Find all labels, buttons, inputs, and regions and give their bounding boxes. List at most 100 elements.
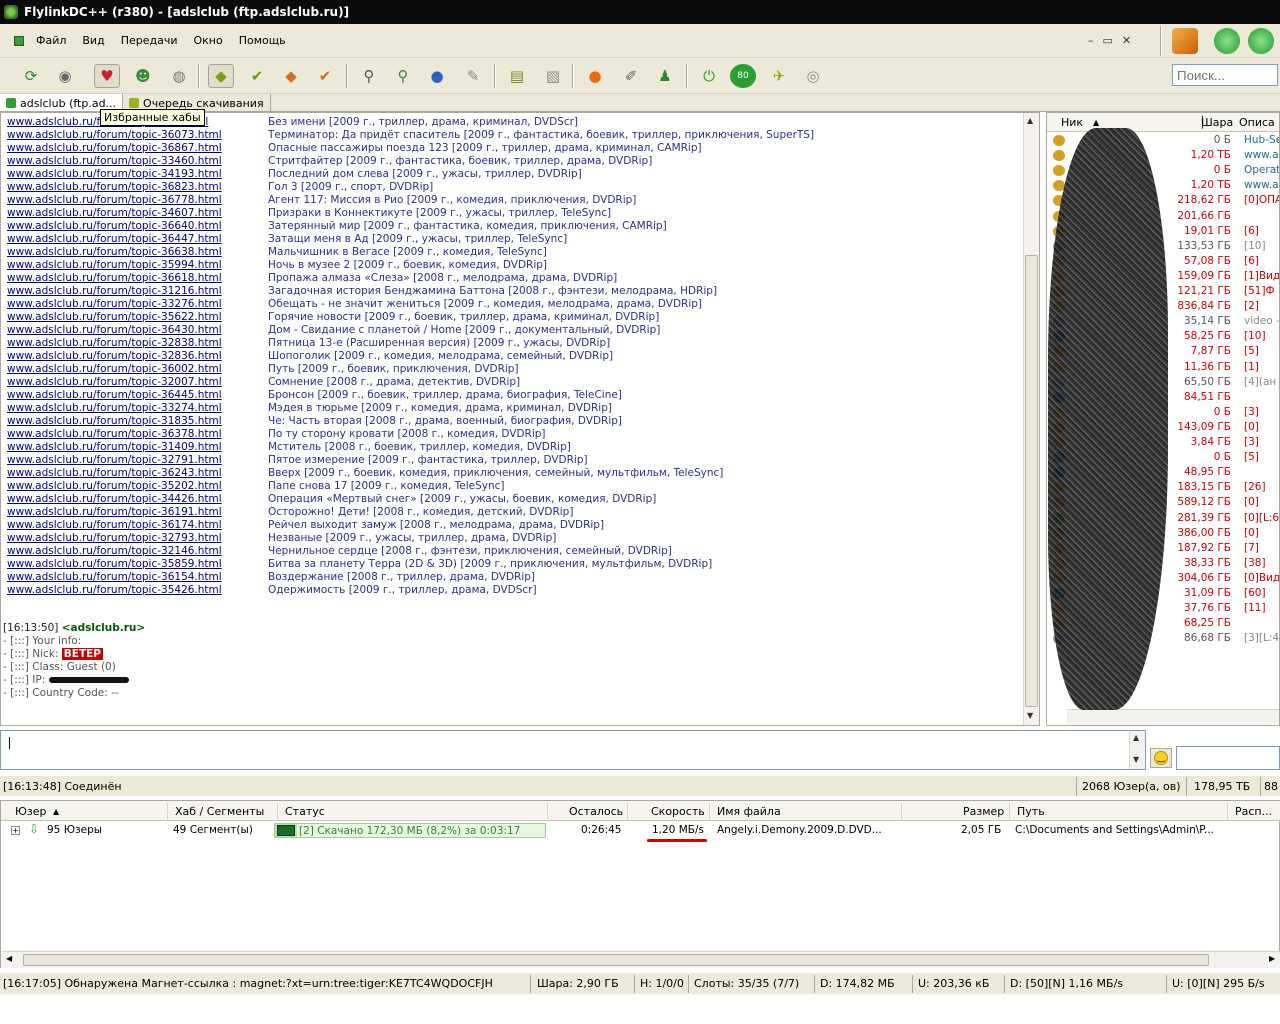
adl-search-icon[interactable]: ⚲ — [390, 64, 416, 88]
hscroll-thumb[interactable] — [23, 954, 1209, 966]
topic-link[interactable]: www.adslclub.ru/forum/topic-35994.html — [7, 259, 222, 271]
col-distribution[interactable]: Расп... — [1235, 805, 1272, 818]
message-scrollbar[interactable]: ▲ ▼ — [1129, 731, 1145, 769]
topic-link[interactable]: www.adslclub.ru/forum/topic-35859.html — [7, 558, 222, 570]
scroll-left-icon[interactable]: ◀ — [6, 954, 12, 963]
topic-link[interactable]: www.adslclub.ru/forum/topic-36640.html — [7, 220, 222, 232]
search-spy-icon[interactable]: ● — [424, 64, 450, 88]
topic-link[interactable]: www.adslclub.ru/forum/topic-34426.html — [7, 493, 222, 505]
col-nick[interactable]: Ник — [1061, 116, 1083, 129]
open-own-list-icon[interactable]: ▧ — [540, 64, 566, 88]
col-desc[interactable]: Описа — [1239, 116, 1275, 129]
topic-link[interactable]: www.adslclub.ru/forum/topic-36073.html — [7, 129, 222, 141]
favorite-users-icon[interactable]: ☻ — [130, 64, 156, 88]
topic-link[interactable]: www.adslclub.ru/forum/topic-32836.html — [7, 350, 222, 362]
topic-link[interactable]: www.adslclub.ru/forum/topic-32793.html — [7, 532, 222, 544]
scroll-down-icon[interactable]: ▼ — [1027, 711, 1033, 720]
topic-link[interactable]: www.adslclub.ru/forum/topic-36378.html — [7, 428, 222, 440]
topic-link[interactable]: www.adslclub.ru/forum/topic-31835.html — [7, 415, 222, 427]
scroll-up-icon[interactable]: ▲ — [1133, 733, 1139, 742]
col-user[interactable]: Юзер — [15, 805, 46, 818]
away-icon[interactable]: ⏻ — [696, 64, 722, 88]
menu-file[interactable]: Файл — [36, 34, 66, 47]
reconnect-icon[interactable]: ⟳ — [18, 64, 44, 88]
user-list-hscrollbar[interactable] — [1067, 709, 1279, 724]
topic-link[interactable]: www.adslclub.ru/forum/topic-36174.html — [7, 519, 222, 531]
topic-link[interactable]: www.adslclub.ru/forum/topic-33274.html — [7, 402, 222, 414]
topic-link[interactable]: www.adslclub.ru/forum/topic-36002.html — [7, 363, 222, 375]
col-remaining[interactable]: Осталось — [569, 805, 623, 818]
user-filter-input[interactable] — [1176, 746, 1280, 770]
menu-view[interactable]: Вид — [82, 34, 104, 47]
col-status[interactable]: Статус — [285, 805, 325, 818]
scroll-down-icon[interactable]: ▼ — [1133, 755, 1139, 764]
topic-link[interactable]: www.adslclub.ru/forum/topic-33276.html — [7, 298, 222, 310]
topic-link[interactable]: www.adslclub.ru/forum/topic-36154.html — [7, 571, 222, 583]
topic-link[interactable]: www.adslclub.ru/forum/topic-35622.html — [7, 311, 222, 323]
search-input[interactable] — [1172, 64, 1278, 86]
topic-link[interactable]: www.adslclub.ru/forum/topic-36191.html — [7, 506, 222, 518]
finished-downloads-icon[interactable]: ✔ — [244, 64, 270, 88]
favorite-hubs-icon[interactable]: ♥ — [94, 64, 120, 88]
topic-link[interactable]: www.adslclub.ru/forum/topic-36638.html — [7, 246, 222, 258]
user-icon[interactable]: ♟ — [652, 64, 678, 88]
topic-link[interactable]: www.adslclub.ru/forum/topic-36243.html — [7, 467, 222, 479]
limiter-icon[interactable]: 80 — [730, 64, 756, 88]
message-input[interactable]: ▲ ▼ — [0, 730, 1146, 770]
topic-link[interactable]: www.adslclub.ru/forum/topic-36445.html — [7, 389, 222, 401]
scroll-thumb[interactable] — [1025, 255, 1038, 707]
scroll-up-icon[interactable]: ▲ — [1027, 116, 1033, 125]
mdi-window-icon[interactable] — [14, 35, 24, 46]
menu-transfers[interactable]: Передачи — [121, 34, 178, 47]
notepad-icon[interactable]: ✎ — [460, 64, 486, 88]
restore-child-button[interactable]: ▭ — [1103, 34, 1113, 47]
expand-icon[interactable]: + — [11, 826, 20, 835]
topic-link[interactable]: www.adslclub.ru/forum/topic-36430.html — [7, 324, 222, 336]
topic-link[interactable]: www.adslclub.ru/forum/topic-33460.html — [7, 155, 222, 167]
disk-icon[interactable]: ◎ — [800, 64, 826, 88]
col-path[interactable]: Путь — [1017, 805, 1045, 818]
menu-help[interactable]: Помощь — [239, 34, 286, 47]
topic-link[interactable]: www.adslclub.ru/forum/topic-35202.html — [7, 480, 222, 492]
open-file-list-icon[interactable]: ▤ — [504, 64, 530, 88]
follow-redirect-icon[interactable]: ◉ — [52, 64, 78, 88]
topic-link[interactable]: www.adslclub.ru/forum/topic-32007.html — [7, 376, 222, 388]
chat-pane[interactable]: www.adslclub.ru/forum/topic-36...htmlБез… — [0, 112, 1040, 726]
col-speed[interactable]: Скорость — [651, 805, 705, 818]
close-child-button[interactable]: ✕ — [1122, 34, 1131, 47]
chat-scrollbar[interactable]: ▲ ▼ — [1023, 113, 1039, 725]
transfer-row[interactable]: + ⇩ 95 Юзеры 49 Сегмент(ы) [2] Скачано 1… — [1, 822, 1280, 839]
col-hub-segments[interactable]: Хаб / Сегменты — [175, 805, 264, 818]
emoticons-button[interactable]: ‿ — [1150, 748, 1172, 768]
col-filename[interactable]: Имя файла — [717, 805, 781, 818]
col-share[interactable]: Шара — [1201, 116, 1233, 129]
download-queue-icon[interactable]: ◆ — [208, 64, 234, 88]
menu-window[interactable]: Окно — [194, 34, 223, 47]
topic-link[interactable]: www.adslclub.ru/forum/topic-34607.html — [7, 207, 222, 219]
topic-link[interactable]: www.adslclub.ru/forum/topic-31216.html — [7, 285, 222, 297]
scroll-right-icon[interactable]: ▶ — [1269, 954, 1275, 963]
finished-uploads-icon[interactable]: ✔ — [312, 64, 338, 88]
transfers-hscrollbar[interactable]: ◀ ▶ — [1, 951, 1280, 968]
player-play-icon[interactable] — [1248, 28, 1274, 54]
topic-link[interactable]: www.adslclub.ru/forum/topic-31409.html — [7, 441, 222, 453]
topic-link[interactable]: www.adslclub.ru/forum/topic-32791.html — [7, 454, 222, 466]
topic-link[interactable]: www.adslclub.ru/forum/topic-36867.html — [7, 142, 222, 154]
minimize-child-button[interactable]: – — [1088, 34, 1094, 47]
speed-icon[interactable]: ✈ — [766, 64, 792, 88]
col-size[interactable]: Размер — [963, 805, 1004, 818]
settings-icon[interactable]: ✐ — [618, 64, 644, 88]
topic-link[interactable]: www.adslclub.ru/forum/topic-36823.html — [7, 181, 222, 193]
network-stats-icon[interactable]: ● — [582, 64, 608, 88]
player-prev-icon[interactable] — [1214, 28, 1240, 54]
upload-queue-icon[interactable]: ◆ — [278, 64, 304, 88]
topic-link[interactable]: www.adslclub.ru/forum/topic-36618.html — [7, 272, 222, 284]
topic-link[interactable]: www.adslclub.ru/forum/topic-36447.html — [7, 233, 222, 245]
topic-link[interactable]: www.adslclub.ru/forum/topic-32146.html — [7, 545, 222, 557]
topic-link[interactable]: www.adslclub.ru/forum/topic-35426.html — [7, 584, 222, 596]
search-icon[interactable]: ⚲ — [356, 64, 382, 88]
transfers-pane[interactable]: Юзер ▲ Хаб / Сегменты Статус Осталось Ск… — [0, 800, 1280, 968]
lightning-icon[interactable] — [1172, 28, 1198, 54]
topic-link[interactable]: www.adslclub.ru/forum/topic-34193.html — [7, 168, 222, 180]
topic-link[interactable]: www.adslclub.ru/forum/topic-36778.html — [7, 194, 222, 206]
